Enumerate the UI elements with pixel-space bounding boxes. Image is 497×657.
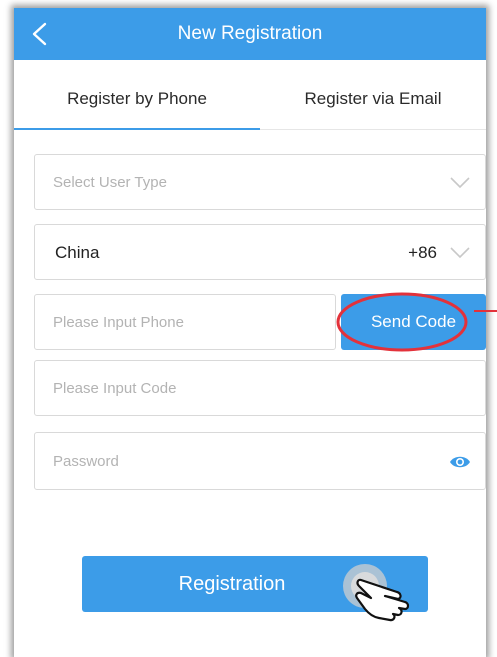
- phone-placeholder: Please Input Phone: [53, 314, 184, 331]
- country-value: China: [55, 243, 100, 262]
- app-header: New Registration: [14, 8, 486, 60]
- registration-button-label: Registration: [178, 573, 286, 595]
- page-title: New Registration: [177, 23, 323, 44]
- phone-screen: New Registration Register by Phone Regis…: [14, 8, 486, 657]
- verification-code-input[interactable]: Please Input Code: [34, 360, 486, 416]
- eye-icon[interactable]: [449, 453, 471, 471]
- user-type-select[interactable]: Select User Type: [34, 154, 486, 210]
- chevron-down-icon: [450, 247, 470, 259]
- dial-code: +86: [408, 243, 437, 262]
- send-code-button[interactable]: Send Code: [341, 294, 486, 350]
- annotation-line: [474, 310, 497, 312]
- registration-tabs: Register by Phone Register via Email: [14, 60, 486, 130]
- password-input[interactable]: Password: [34, 432, 486, 490]
- country-select[interactable]: China +86: [34, 224, 486, 280]
- active-tab-indicator: [14, 128, 260, 130]
- registration-button[interactable]: Registration: [82, 556, 428, 612]
- password-placeholder: Password: [53, 453, 119, 470]
- tab-register-by-phone[interactable]: Register by Phone: [14, 60, 260, 130]
- user-type-placeholder: Select User Type: [53, 174, 167, 191]
- code-placeholder: Please Input Code: [53, 380, 177, 397]
- tab-register-via-email[interactable]: Register via Email: [260, 60, 486, 130]
- phone-input[interactable]: Please Input Phone: [34, 294, 336, 350]
- chevron-down-icon: [450, 177, 470, 189]
